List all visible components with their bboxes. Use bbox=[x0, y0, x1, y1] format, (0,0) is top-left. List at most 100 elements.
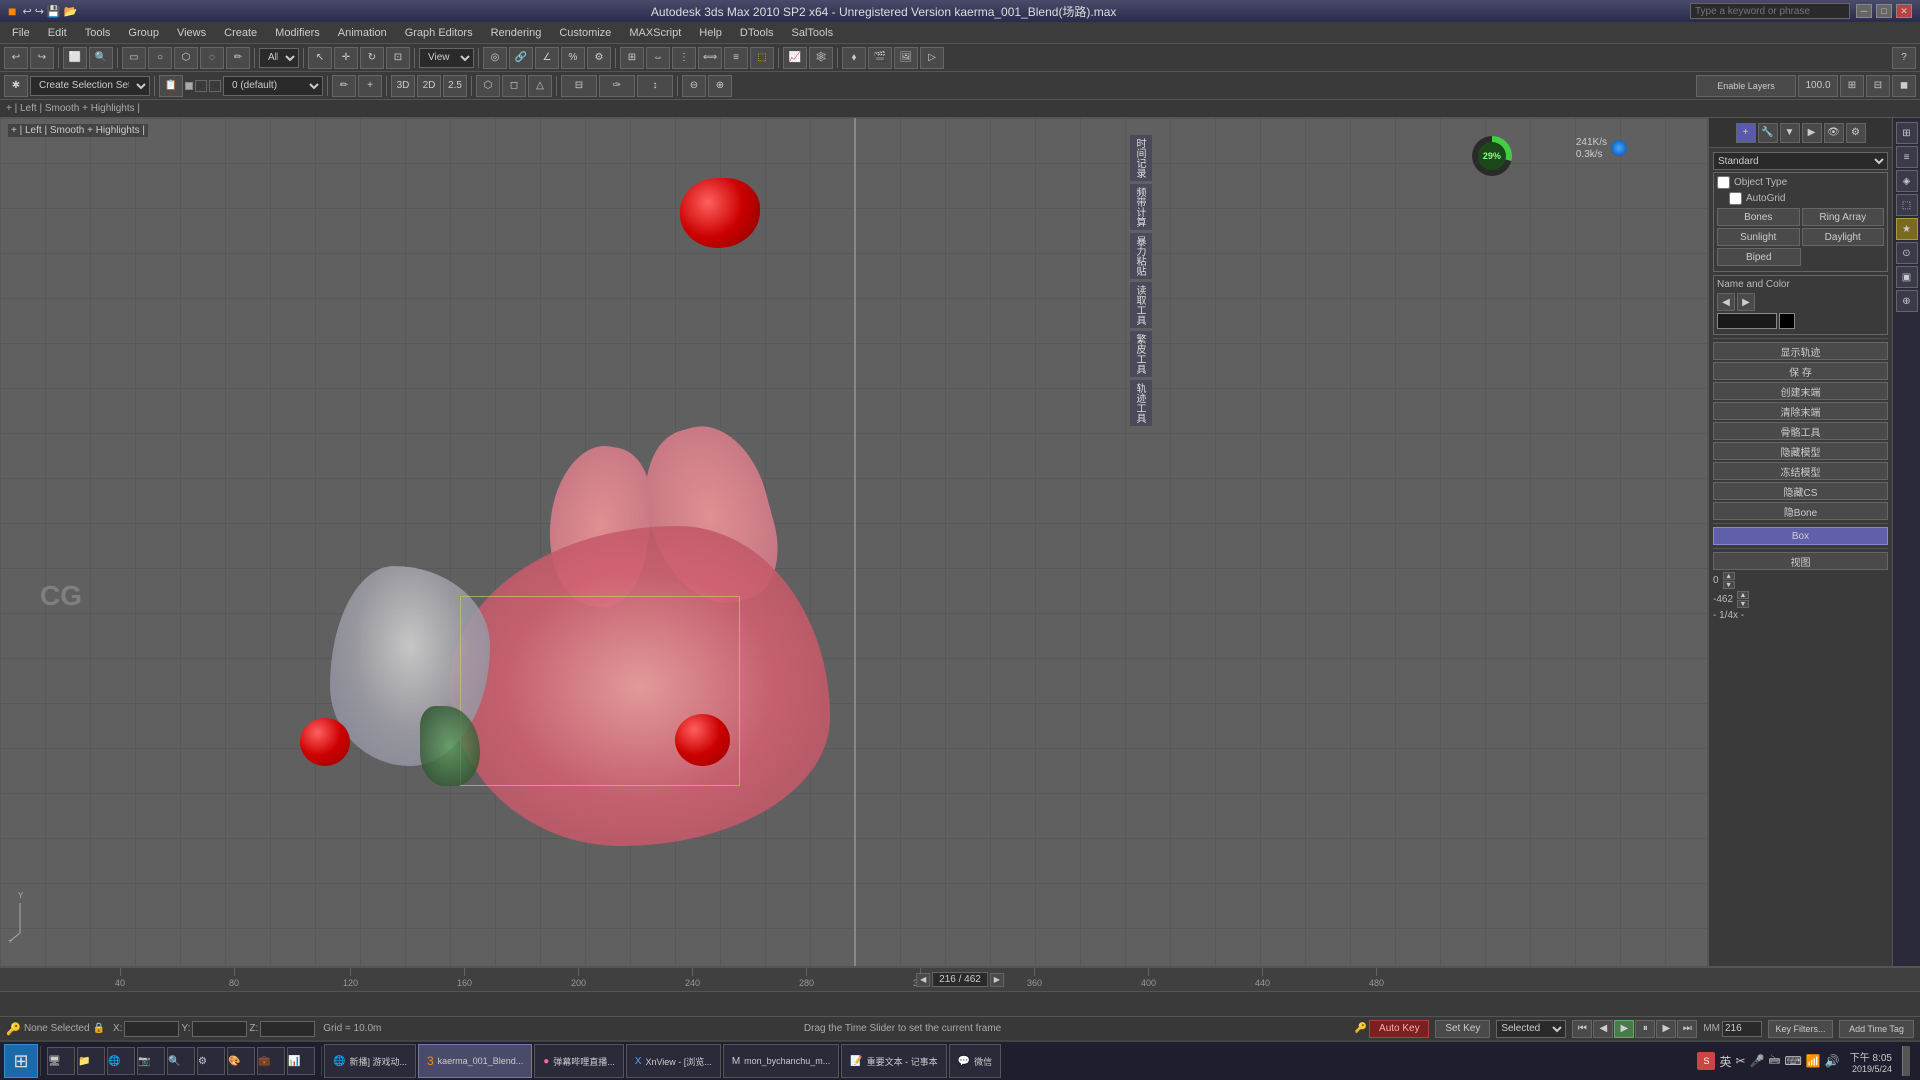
sunlight-btn[interactable]: Sunlight bbox=[1717, 228, 1800, 246]
quick-align-btn[interactable]: ≡ bbox=[724, 47, 748, 69]
y-dn-btn[interactable]: ▼ bbox=[1737, 600, 1749, 608]
menu-animation[interactable]: Animation bbox=[330, 25, 395, 41]
accent-btn-4[interactable]: ⬚ bbox=[1896, 194, 1918, 216]
ime-indicator[interactable]: S bbox=[1697, 1052, 1715, 1070]
rpanel-tab-motion[interactable]: ▶ bbox=[1802, 123, 1822, 143]
accent-btn-8[interactable]: ⊕ bbox=[1896, 290, 1918, 312]
bone-tool-btn[interactable]: 骨骼工具 bbox=[1713, 422, 1888, 440]
start-button[interactable]: ⊞ bbox=[4, 1044, 38, 1078]
layer-edit-btn[interactable]: ✏ bbox=[332, 75, 356, 97]
create-selection-set[interactable]: Create Selection Set bbox=[30, 76, 150, 96]
render-50-btn[interactable]: ⊟ bbox=[1866, 75, 1890, 97]
accent-btn-7[interactable]: ▣ bbox=[1896, 266, 1918, 288]
curve-editor-btn[interactable]: 📈 bbox=[783, 47, 807, 69]
auto-key-btn[interactable]: Auto Key bbox=[1369, 1020, 1429, 1038]
tray-icon-7[interactable]: 🔊 bbox=[1825, 1054, 1840, 1068]
taskbar-wechat[interactable]: 💬 微信 bbox=[949, 1044, 1001, 1078]
x-coord-input[interactable] bbox=[124, 1021, 179, 1037]
red-apple-left[interactable] bbox=[300, 718, 350, 766]
undo-toolbar-btn[interactable]: ↩ bbox=[4, 47, 28, 69]
snap-2_5d-btn[interactable]: 2.5 bbox=[443, 75, 467, 97]
maximize-btn[interactable]: □ bbox=[1876, 4, 1892, 18]
quick-launch-1[interactable]: 📁 bbox=[77, 1047, 105, 1075]
snap-3d-btn[interactable]: 3D bbox=[391, 75, 415, 97]
menu-saltools[interactable]: SalTools bbox=[784, 25, 842, 41]
render-100-btn[interactable]: ⊞ bbox=[1840, 75, 1864, 97]
snap-toggle[interactable]: 🔗 bbox=[509, 47, 533, 69]
ribbon-btn[interactable]: ⊟ bbox=[561, 75, 597, 97]
taskbar-bilibili[interactable]: ● 弹幕哔哩直播... bbox=[534, 1044, 624, 1078]
rotate-btn[interactable]: ↻ bbox=[360, 47, 384, 69]
frame-input[interactable] bbox=[1722, 1021, 1762, 1037]
timeline-prev-arrow[interactable]: ◀ bbox=[916, 973, 930, 987]
autogrid-checkbox[interactable] bbox=[1729, 192, 1742, 205]
rpanel-tab-hierarchy[interactable]: ▼ bbox=[1780, 123, 1800, 143]
layer-new-btn[interactable]: + bbox=[358, 75, 382, 97]
align-btn[interactable]: ⊞ bbox=[620, 47, 644, 69]
timeline-ruler[interactable]: 40 80 120 160 bbox=[0, 968, 1920, 992]
undo-btn[interactable]: ↩ bbox=[22, 5, 31, 18]
accent-btn-6[interactable]: ⊙ bbox=[1896, 242, 1918, 264]
key-filters-btn[interactable]: Key Filters... bbox=[1768, 1020, 1833, 1038]
quick-launch-2[interactable]: 🌐 bbox=[107, 1047, 135, 1075]
taskbar-xnview[interactable]: X XnView - [浏览... bbox=[626, 1044, 721, 1078]
standard-select[interactable]: Standard bbox=[1713, 152, 1888, 170]
pivot-btn[interactable]: ◎ bbox=[483, 47, 507, 69]
nav-prev-btn[interactable]: ◀ bbox=[1717, 293, 1735, 311]
show-desktop-btn[interactable]: 🖥 bbox=[47, 1047, 75, 1075]
show-desktop-btn-right[interactable] bbox=[1902, 1046, 1910, 1076]
menu-file[interactable]: File bbox=[4, 25, 38, 41]
x-up-btn[interactable]: ▲ bbox=[1723, 572, 1735, 580]
tray-icon-4[interactable]: 🖮 bbox=[1769, 1051, 1781, 1072]
clock[interactable]: 下午 8:05 2019/5/24 bbox=[1846, 1049, 1896, 1074]
menu-rendering[interactable]: Rendering bbox=[483, 25, 550, 41]
clear-end-btn[interactable]: 清除末端 bbox=[1713, 402, 1888, 420]
freeze-model-btn[interactable]: 冻结模型 bbox=[1713, 462, 1888, 480]
select-region-fence[interactable]: ⬡ bbox=[174, 47, 198, 69]
wireframe-box[interactable] bbox=[460, 596, 740, 786]
taskbar-notepad[interactable]: 📝 重要文本 - 记事本 bbox=[841, 1044, 946, 1078]
biped-btn[interactable]: Biped bbox=[1717, 248, 1801, 266]
tray-icon-5[interactable]: ⌨ bbox=[1785, 1054, 1802, 1068]
percent-snap-btn[interactable]: % bbox=[561, 47, 585, 69]
display-track-btn[interactable]: 显示轨迹 bbox=[1713, 342, 1888, 360]
accent-btn-1[interactable]: ⊞ bbox=[1896, 122, 1918, 144]
filter-select[interactable]: All bbox=[259, 48, 299, 68]
hide-cs-btn[interactable]: 隐藏CS bbox=[1713, 482, 1888, 500]
rpanel-tab-display[interactable]: 👁 bbox=[1824, 123, 1844, 143]
tray-icon-2[interactable]: ✂ bbox=[1735, 1054, 1745, 1068]
quick-launch-4[interactable]: 🔍 bbox=[167, 1047, 195, 1075]
name-color-swatch[interactable] bbox=[1717, 313, 1777, 329]
viewport[interactable]: Y Z 29% 241K/s 0.3k/s + | Left | Smooth … bbox=[0, 118, 1707, 966]
ring-array-btn[interactable]: Ring Array bbox=[1802, 208, 1885, 226]
quick-launch-6[interactable]: 🎨 bbox=[227, 1047, 255, 1075]
layer-icon[interactable]: 📋 bbox=[159, 75, 183, 97]
select-region-circ[interactable]: ○ bbox=[148, 47, 172, 69]
select-btn[interactable]: ↖ bbox=[308, 47, 332, 69]
save-btn-rp[interactable]: 保 存 bbox=[1713, 362, 1888, 380]
menu-create[interactable]: Create bbox=[216, 25, 265, 41]
close-btn[interactable]: ✕ bbox=[1896, 4, 1912, 18]
next-frame-btn[interactable]: ▶ bbox=[1656, 1020, 1676, 1038]
select-region-paint[interactable]: ✏ bbox=[226, 47, 250, 69]
select-by-name-btn[interactable]: 🔍 bbox=[89, 47, 113, 69]
hide-model-btn[interactable]: 隐藏模型 bbox=[1713, 442, 1888, 460]
timeline-next-arrow[interactable]: ▶ bbox=[990, 973, 1004, 987]
create-sel-icon[interactable]: ✱ bbox=[4, 75, 28, 97]
color-black-swatch[interactable] bbox=[1779, 313, 1795, 329]
rpanel-tab-utilities[interactable]: ⚙ bbox=[1846, 123, 1866, 143]
menu-modifiers[interactable]: Modifiers bbox=[267, 25, 328, 41]
named-sel-1[interactable]: ⬡ bbox=[476, 75, 500, 97]
goto-end-btn[interactable]: ⏭ bbox=[1677, 1020, 1697, 1038]
y-up-btn[interactable]: ▲ bbox=[1737, 591, 1749, 599]
enable-layers-btn[interactable]: Enable Layers bbox=[1696, 75, 1796, 97]
active-shade-btn[interactable]: ◼ bbox=[1892, 75, 1916, 97]
select-obj-btn[interactable]: ⬜ bbox=[63, 47, 87, 69]
menu-help[interactable]: Help bbox=[691, 25, 730, 41]
save-btn[interactable]: 💾 bbox=[47, 5, 61, 18]
array-btn[interactable]: ⋮ bbox=[672, 47, 696, 69]
z-coord-input[interactable] bbox=[260, 1021, 315, 1037]
select-invert-btn[interactable]: ⊖ bbox=[682, 75, 706, 97]
hide-bone-btn[interactable]: 隐Bone bbox=[1713, 502, 1888, 520]
select-region-rect[interactable]: ▭ bbox=[122, 47, 146, 69]
